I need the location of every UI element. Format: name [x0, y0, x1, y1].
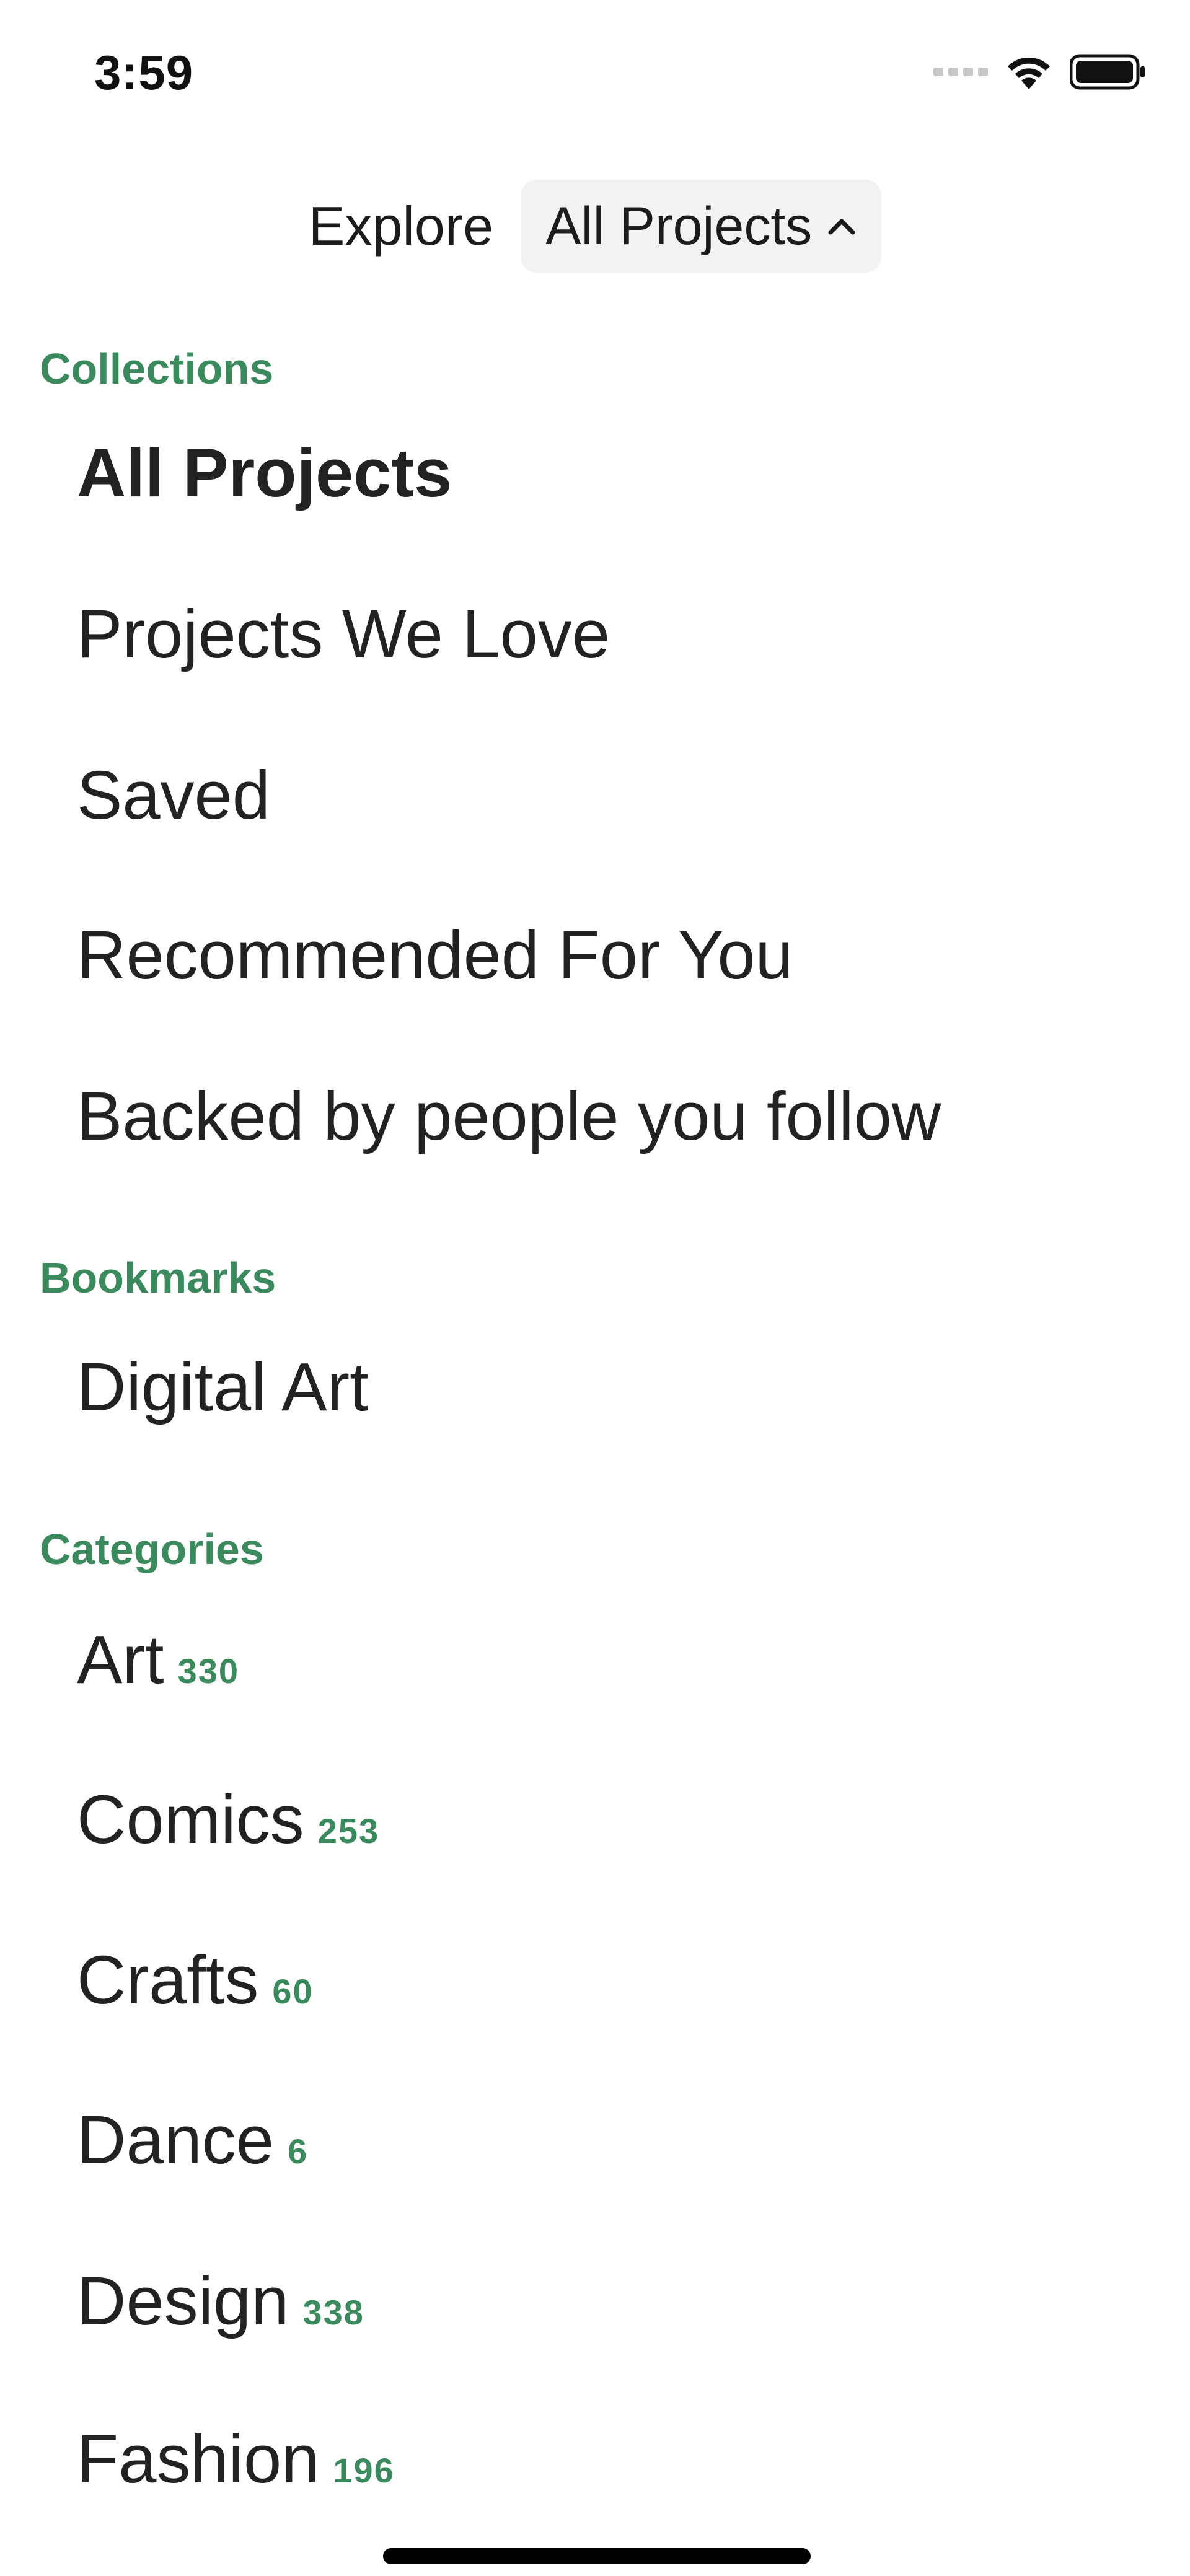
- category-count: 6: [287, 2132, 309, 2171]
- category-count: 253: [317, 1811, 380, 1850]
- bookmark-item-digital-art[interactable]: Digital Art: [77, 1348, 369, 1426]
- category-item-crafts[interactable]: Crafts 60: [77, 1941, 314, 2020]
- category-label: Design: [77, 2263, 289, 2339]
- category-count: 196: [333, 2451, 395, 2485]
- collection-item-backed-by-follows[interactable]: Backed by people you follow: [77, 1077, 941, 1156]
- collection-item-recommended[interactable]: Recommended For You: [77, 916, 793, 995]
- home-indicator[interactable]: [383, 2548, 811, 2564]
- category-label: Fashion: [77, 2421, 320, 2485]
- category-item-art[interactable]: Art 330: [77, 1620, 239, 1699]
- section-header-categories: Categories: [40, 1525, 264, 1573]
- section-header-bookmarks: Bookmarks: [40, 1254, 276, 1302]
- section-header-collections: Collections: [40, 345, 274, 393]
- category-count: 60: [272, 1972, 314, 2011]
- category-item-design[interactable]: Design 338: [77, 2262, 364, 2341]
- category-label: Art: [77, 1622, 164, 1698]
- category-label: Comics: [77, 1782, 304, 1858]
- category-item-dance[interactable]: Dance 6: [77, 2101, 308, 2179]
- category-count: 338: [302, 2293, 364, 2332]
- category-item-fashion[interactable]: Fashion 196: [77, 2420, 395, 2485]
- collection-item-saved[interactable]: Saved: [77, 756, 270, 835]
- category-item-comics[interactable]: Comics 253: [77, 1780, 379, 1859]
- collection-item-all-projects[interactable]: All Projects: [77, 434, 452, 512]
- category-label: Crafts: [77, 1942, 259, 2018]
- category-count: 330: [177, 1651, 239, 1690]
- collections-list-viewport: Collections All Projects Projects We Lov…: [0, 0, 1190, 2485]
- collection-item-projects-we-love[interactable]: Projects We Love: [77, 595, 610, 674]
- category-label: Dance: [77, 2102, 274, 2178]
